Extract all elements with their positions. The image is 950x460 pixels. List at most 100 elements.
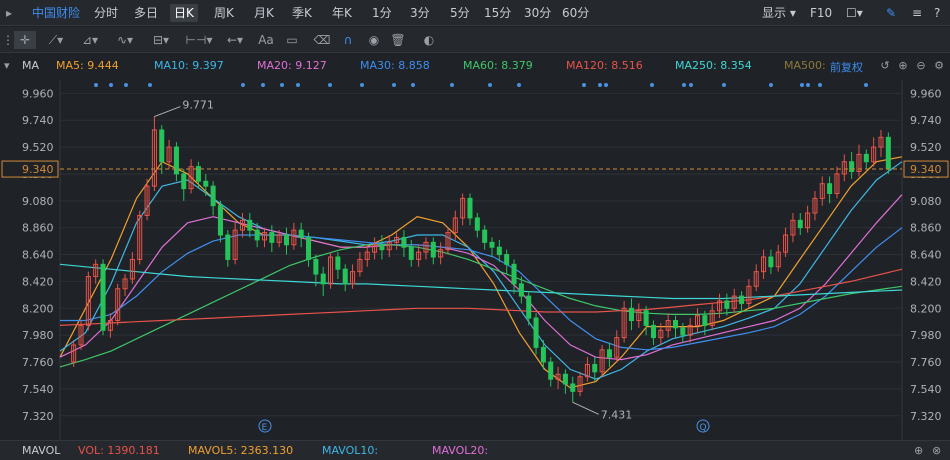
ma120-label: MA120: 8.516 bbox=[566, 59, 643, 72]
eye-icon[interactable]: ◉ bbox=[364, 31, 384, 49]
mavol10-label: MAVOL10: bbox=[322, 444, 379, 457]
filter-icon[interactable]: ⊟▾ bbox=[146, 31, 176, 49]
magnet-icon[interactable]: ∩ bbox=[338, 31, 358, 49]
measure-icon[interactable]: ⊢⊣▾ bbox=[184, 31, 214, 49]
adjust-mode-label[interactable]: 前复权 bbox=[830, 59, 863, 75]
y-tick-right: 9.520 bbox=[910, 141, 942, 154]
channel-icon[interactable]: ⊿▾ bbox=[76, 31, 104, 49]
candle-body bbox=[298, 229, 304, 238]
y-tick-left: 8.640 bbox=[22, 249, 54, 262]
ma-lines bbox=[59, 156, 903, 389]
candle-body bbox=[320, 273, 326, 285]
tab-yearly-k[interactable]: 年K bbox=[328, 4, 356, 22]
candle-body bbox=[672, 320, 679, 329]
trendline-icon[interactable]: ⟋▾ bbox=[42, 31, 70, 49]
candle-body bbox=[210, 185, 216, 207]
candle-body bbox=[518, 283, 524, 297]
display-menu[interactable]: 显示 ▾ bbox=[758, 4, 800, 22]
candle-body bbox=[650, 324, 656, 339]
y-tick-right: 9.960 bbox=[910, 87, 942, 100]
tab-1min[interactable]: 1分 bbox=[368, 4, 396, 22]
candle-body bbox=[827, 183, 833, 194]
y-tick-left: 7.540 bbox=[22, 383, 54, 396]
candle-body bbox=[482, 229, 488, 243]
delete-icon[interactable]: 🗑 bbox=[388, 31, 408, 49]
candle-body bbox=[540, 346, 546, 363]
candle-body bbox=[379, 244, 385, 251]
vol-close-icon[interactable]: ⊗ bbox=[932, 444, 941, 457]
y-tick-right: 7.320 bbox=[910, 410, 942, 423]
candle-body bbox=[342, 268, 348, 285]
vol-add-icon[interactable]: ⊕ bbox=[914, 444, 923, 457]
signal-dot bbox=[682, 83, 686, 87]
expand-icon[interactable]: ▸ bbox=[2, 4, 16, 22]
checkbox-icon[interactable]: ☐▾ bbox=[842, 4, 867, 22]
candle-body bbox=[863, 153, 869, 163]
kline-chart[interactable]: 9.9609.7409.5209.3009.0808.8608.6408.420… bbox=[0, 80, 950, 440]
wave-icon[interactable]: ∿▾ bbox=[110, 31, 140, 49]
collapse-icon[interactable]: ▾ bbox=[4, 59, 10, 72]
ma-line-ma30 bbox=[60, 227, 903, 351]
event-marker-label: E bbox=[262, 423, 268, 433]
settings-icon[interactable]: ≡ bbox=[908, 4, 926, 22]
comment-icon[interactable]: ▭ bbox=[282, 31, 302, 49]
tab-multiday[interactable]: 多日 bbox=[130, 4, 162, 22]
y-tick-left: 7.980 bbox=[22, 329, 54, 342]
candle-body bbox=[849, 161, 855, 172]
tab-60min[interactable]: 60分 bbox=[558, 4, 593, 22]
current-price-right: 9.340 bbox=[910, 163, 942, 176]
ma-indicator-name[interactable]: MA bbox=[22, 59, 39, 72]
ma30-label: MA30: 8.858 bbox=[360, 59, 430, 72]
add-icon[interactable]: ⊕ bbox=[896, 59, 910, 73]
candle-body bbox=[100, 263, 106, 331]
candle-body bbox=[739, 295, 745, 304]
f10-button[interactable]: F10 bbox=[806, 4, 836, 22]
y-tick-left: 9.520 bbox=[22, 141, 54, 154]
candle-body bbox=[496, 246, 502, 256]
y-tick-left: 9.960 bbox=[22, 87, 54, 100]
tab-weekly-k[interactable]: 周K bbox=[210, 4, 238, 22]
eraser-icon[interactable]: ⌫ bbox=[312, 31, 332, 49]
ma-line-ma5 bbox=[59, 156, 903, 389]
y-tick-left: 8.420 bbox=[22, 275, 54, 288]
y-tick-right: 8.200 bbox=[910, 302, 942, 315]
tab-5min[interactable]: 5分 bbox=[446, 4, 474, 22]
pen-icon[interactable]: ✎ bbox=[882, 4, 900, 22]
candle-body bbox=[247, 219, 253, 231]
candle-body bbox=[159, 129, 165, 163]
candle-body bbox=[628, 307, 634, 322]
candle-body bbox=[335, 256, 341, 270]
ma60-label: MA60: 8.379 bbox=[463, 59, 533, 72]
tab-intraday[interactable]: 分时 bbox=[90, 4, 122, 22]
tab-30min[interactable]: 30分 bbox=[520, 4, 555, 22]
undo-icon[interactable]: ↺ bbox=[878, 59, 892, 73]
signal-dot bbox=[488, 83, 492, 87]
signal-dot bbox=[328, 83, 332, 87]
gear-icon[interactable]: ⚙ bbox=[932, 59, 946, 73]
y-axis-right: 9.9609.7409.5209.3009.0808.8608.6408.420… bbox=[910, 87, 942, 422]
signal-dot bbox=[241, 83, 245, 87]
signal-dot bbox=[806, 83, 810, 87]
crosshair-icon[interactable]: ✛ bbox=[14, 31, 36, 49]
toggle-icon[interactable]: ◐ bbox=[418, 31, 440, 49]
mavol20-label: MAVOL20: bbox=[432, 444, 489, 457]
signal-dot bbox=[280, 83, 284, 87]
stock-name[interactable]: 中国财险 bbox=[28, 4, 84, 22]
candle-body bbox=[269, 232, 275, 243]
grip-icon: ⋮ bbox=[2, 33, 14, 47]
tab-daily-k[interactable]: 日K bbox=[170, 4, 198, 22]
tab-quarterly-k[interactable]: 季K bbox=[288, 4, 316, 22]
signal-dot bbox=[864, 83, 868, 87]
tab-monthly-k[interactable]: 月K bbox=[250, 4, 278, 22]
candle-body bbox=[606, 349, 612, 358]
arrow-icon[interactable]: ←▾ bbox=[220, 31, 250, 49]
text-icon[interactable]: Aa bbox=[256, 31, 276, 49]
help-icon[interactable]: ? bbox=[930, 4, 944, 22]
candle-body bbox=[474, 217, 480, 231]
tab-15min[interactable]: 15分 bbox=[480, 4, 515, 22]
remove-icon[interactable]: ⊖ bbox=[914, 59, 928, 73]
mavol-indicator-name[interactable]: MAVOL bbox=[22, 444, 60, 457]
y-tick-right: 7.760 bbox=[910, 356, 942, 369]
tab-3min[interactable]: 3分 bbox=[406, 4, 434, 22]
signal-dot bbox=[769, 83, 773, 87]
